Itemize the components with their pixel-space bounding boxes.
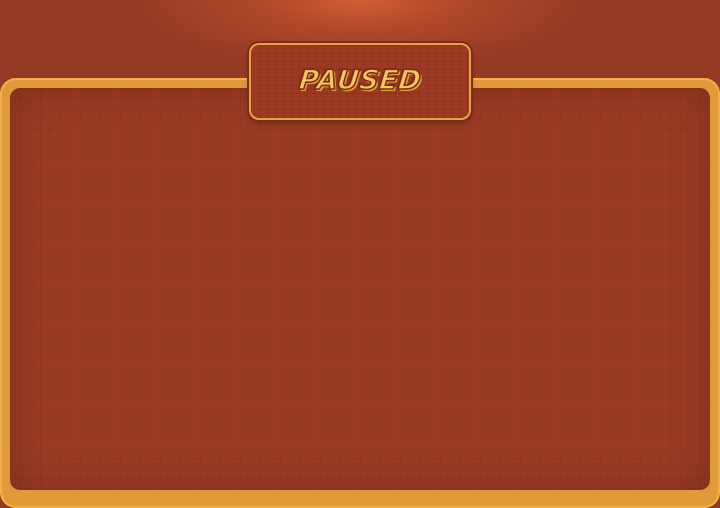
title-plaque: PAUSED xyxy=(249,43,471,120)
pause-screen: PAUSED xyxy=(0,0,720,508)
pause-panel-body xyxy=(10,88,710,490)
paused-title: PAUSED xyxy=(296,64,423,97)
